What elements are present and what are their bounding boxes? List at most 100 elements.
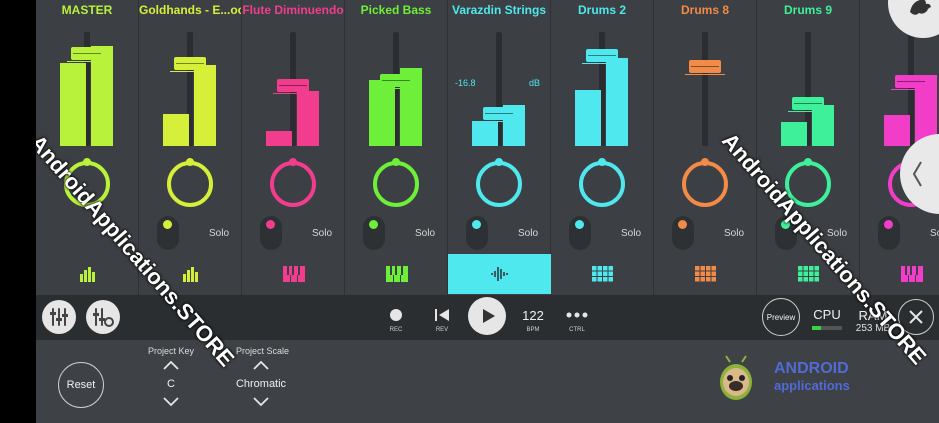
pan-knob[interactable]: [270, 161, 316, 207]
instrument-button[interactable]: [860, 254, 939, 294]
chevron-left-icon: [912, 161, 922, 187]
cpu-label: CPU: [813, 307, 841, 322]
level-meter: [282, 131, 292, 146]
mute-toggle-dot: [369, 220, 378, 229]
level-meter: [297, 91, 319, 146]
solo-button[interactable]: So: [930, 228, 939, 239]
fader-level-line: [788, 111, 828, 112]
pan-knob[interactable]: [785, 161, 831, 207]
volume-fader[interactable]: [174, 57, 206, 70]
project-key-value[interactable]: C: [151, 378, 191, 390]
instrument-button[interactable]: [242, 254, 345, 294]
collapse-panel-button[interactable]: [900, 134, 939, 214]
volume-fader[interactable]: [380, 74, 412, 87]
android-applications-logo: ANDROID applications: [716, 352, 876, 412]
pan-knob[interactable]: [64, 161, 110, 207]
instrument-button[interactable]: [654, 254, 757, 294]
channel-name: Goldhands - E...ocal): [139, 3, 241, 17]
channel-name: Picked Bass: [360, 3, 432, 17]
sliders-icon: [50, 308, 68, 326]
solo-button[interactable]: Solo: [415, 228, 435, 239]
mascot-icon: [910, 0, 931, 15]
channel-name: Drums 9: [783, 3, 833, 17]
pan-knob[interactable]: [373, 161, 419, 207]
key-up-chevron-icon[interactable]: [161, 359, 181, 371]
scale-down-chevron-icon[interactable]: [251, 396, 271, 408]
record-label: REC: [389, 327, 403, 333]
channel-name: MASTER: [61, 3, 113, 17]
mixer-channel: Drums 9 Solo: [757, 0, 860, 295]
level-meter: [76, 63, 86, 146]
more-dots-icon: [566, 312, 588, 318]
mute-toggle-dot: [575, 220, 584, 229]
mascot-button[interactable]: [888, 0, 939, 38]
fader-level-line: [891, 89, 931, 90]
play-button[interactable]: [468, 297, 506, 335]
volume-fader[interactable]: [71, 47, 103, 60]
fader-level-line: [376, 88, 416, 89]
volume-fader[interactable]: [689, 60, 721, 73]
pan-knob-indicator: [289, 158, 297, 166]
meter-bars-icon: [182, 267, 198, 282]
volume-fader[interactable]: [895, 75, 927, 88]
solo-button[interactable]: Solo: [312, 228, 332, 239]
solo-button[interactable]: Solo: [621, 228, 641, 239]
cpu-meter: [812, 326, 842, 330]
channel-name: Drums 2: [577, 3, 627, 17]
drum-pads-icon: [797, 266, 819, 282]
pan-knob-indicator: [598, 158, 606, 166]
mixer-channel: Drums 8 Solo: [654, 0, 757, 295]
volume-fader[interactable]: [277, 79, 309, 92]
ram-indicator: RAM 253 MB: [850, 308, 896, 338]
drum-pads-icon: [591, 266, 613, 282]
piano-keys-icon: [900, 266, 923, 282]
pan-knob[interactable]: [167, 161, 213, 207]
instrument-button[interactable]: [757, 254, 860, 294]
bpm-control[interactable]: 122 BPM: [518, 308, 548, 338]
instrument-button[interactable]: [345, 254, 448, 294]
pan-knob[interactable]: [476, 161, 522, 207]
solo-button[interactable]: Solo: [724, 228, 744, 239]
reset-button[interactable]: Reset: [58, 362, 104, 408]
volume-fader[interactable]: [483, 107, 515, 120]
fader-track[interactable]: [702, 32, 708, 146]
mixer-view-button[interactable]: [42, 300, 76, 334]
close-button[interactable]: [898, 299, 934, 335]
solo-button[interactable]: Solo: [209, 228, 229, 239]
level-meter: [606, 58, 628, 146]
record-button[interactable]: REC: [384, 305, 408, 335]
key-down-chevron-icon[interactable]: [161, 396, 181, 408]
preview-button[interactable]: Preview: [762, 298, 800, 336]
fader-level-line: [170, 71, 210, 72]
instrument-button[interactable]: [551, 254, 654, 294]
mute-toggle-dot: [163, 220, 172, 229]
mixer-settings-button[interactable]: [86, 300, 120, 334]
level-meter: [488, 121, 498, 146]
logo-text-android: ANDROID: [774, 360, 849, 377]
bpm-label: BPM: [526, 327, 540, 333]
pan-knob-indicator: [186, 158, 194, 166]
instrument-button[interactable]: [448, 254, 551, 294]
instrument-button[interactable]: [36, 254, 139, 294]
preview-label: Preview: [766, 312, 796, 322]
rewind-button[interactable]: REV: [430, 305, 454, 335]
pan-knob[interactable]: [682, 161, 728, 207]
meter-bars-icon: [79, 267, 95, 282]
cpu-meter-fill: [812, 326, 821, 330]
fader-level-line: [582, 63, 622, 64]
controls-button[interactable]: CTRL: [564, 305, 590, 335]
solo-button[interactable]: Solo: [518, 228, 538, 239]
fader-level-line: [273, 93, 313, 94]
volume-fader[interactable]: [792, 97, 824, 110]
volume-fader[interactable]: [586, 49, 618, 62]
mixer-settings-icon: [93, 308, 114, 327]
fader-level-line: [685, 74, 725, 75]
pan-knob[interactable]: [579, 161, 625, 207]
bpm-value: 122: [522, 308, 544, 323]
solo-button[interactable]: Solo: [827, 228, 847, 239]
scale-up-chevron-icon[interactable]: [251, 359, 271, 371]
project-scale-value[interactable]: Chromatic: [226, 378, 296, 390]
instrument-button[interactable]: [139, 254, 242, 294]
level-meter: [194, 65, 216, 146]
record-icon: [390, 309, 402, 321]
